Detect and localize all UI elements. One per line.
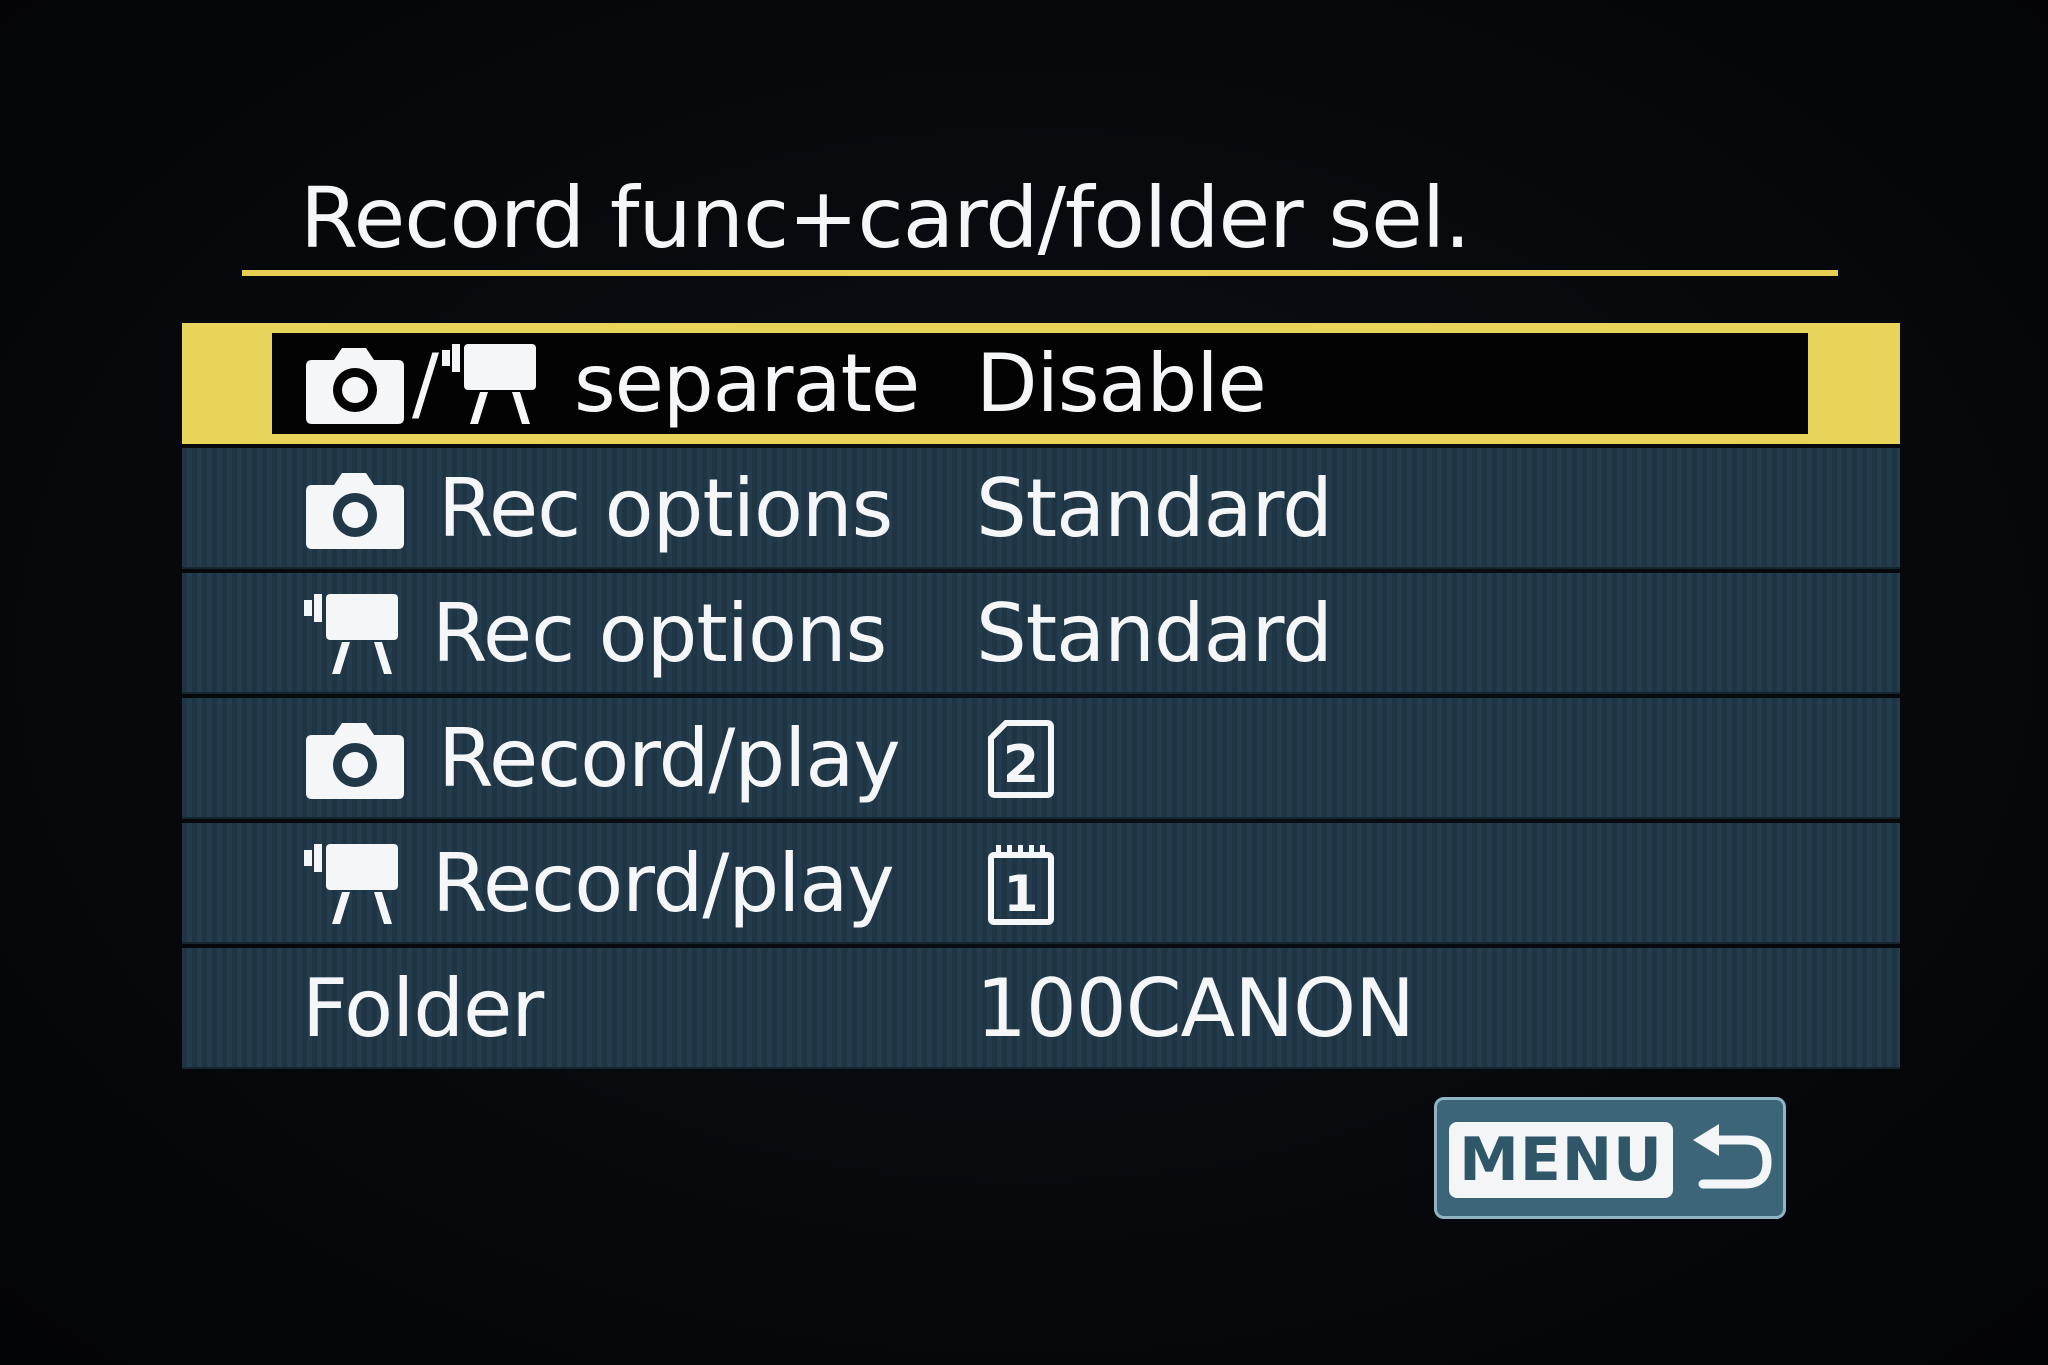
return-arrow-icon — [1689, 1124, 1775, 1202]
menu-item-movie-rec-options[interactable]: Rec options Standard — [182, 573, 1900, 694]
menu-button-label: MENU — [1449, 1122, 1673, 1198]
menu-list: / separate Disable Rec options Standard … — [182, 323, 1900, 1069]
menu-item-label-group: Rec options — [304, 448, 893, 569]
menu-item-label-group: Rec options — [304, 573, 887, 694]
menu-item-photo-record-play[interactable]: Record/play 2 — [182, 698, 1900, 819]
title-underline — [242, 270, 1838, 276]
menu-item-label: separate — [573, 337, 920, 430]
menu-item-separate[interactable]: / separate Disable — [182, 323, 1900, 444]
movie-camera-icon — [441, 343, 538, 424]
menu-item-label-group: Record/play — [304, 823, 895, 944]
menu-item-movie-record-play[interactable]: Record/play 1 — [182, 823, 1900, 944]
card-slot-number: 2 — [1003, 735, 1039, 795]
camera-menu-screen: Record func+card/folder sel. / separate … — [0, 0, 2048, 1365]
menu-item-value: Standard — [976, 587, 1333, 680]
menu-item-folder[interactable]: Folder 100CANON — [182, 948, 1900, 1069]
photo-camera-icon — [304, 344, 406, 424]
photo-camera-icon — [304, 469, 406, 549]
menu-item-value: Disable — [976, 337, 1267, 430]
movie-camera-icon — [304, 593, 400, 674]
menu-item-label: Record/play — [438, 712, 901, 805]
menu-back-button[interactable]: MENU — [1434, 1097, 1786, 1219]
menu-item-label: Rec options — [438, 462, 893, 555]
card-slot-number: 1 — [1004, 865, 1039, 923]
movie-camera-icon — [304, 843, 400, 924]
cf-card-slot-icon: 1 — [988, 845, 1054, 929]
menu-item-photo-rec-options[interactable]: Rec options Standard — [182, 448, 1900, 569]
menu-item-label: Folder — [302, 962, 544, 1055]
photo-camera-icon — [304, 719, 406, 799]
menu-item-label: Rec options — [432, 587, 887, 680]
menu-item-value: Standard — [976, 462, 1333, 555]
page-title: Record func+card/folder sel. — [300, 169, 1471, 267]
menu-item-value: 100CANON — [976, 962, 1415, 1055]
separator-slash: / — [412, 337, 439, 430]
menu-item-label-group: / separate — [304, 323, 920, 444]
sd-card-slot-icon: 2 — [988, 720, 1054, 802]
menu-item-label-group: Record/play — [304, 698, 901, 819]
menu-item-label: Record/play — [432, 837, 895, 930]
